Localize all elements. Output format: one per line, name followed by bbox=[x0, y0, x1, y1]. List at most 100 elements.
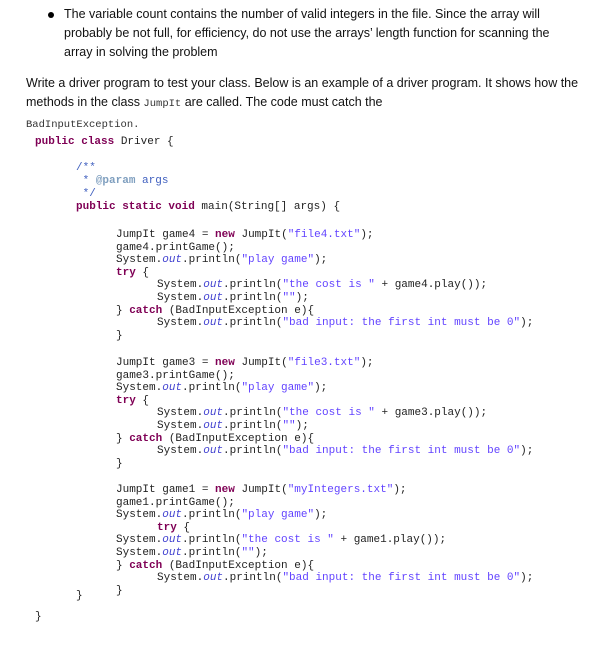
code-token: System. bbox=[116, 254, 163, 267]
instantiation-line: JumpIt game1 = new JumpIt("myIntegers.tx… bbox=[116, 484, 407, 496]
code-token: "play game" bbox=[241, 382, 315, 395]
code-token: ); bbox=[360, 229, 374, 241]
instantiation-line: JumpIt game3 = new JumpIt("file3.txt"); bbox=[116, 357, 374, 369]
code-token: { bbox=[176, 521, 191, 534]
println-empty-line: System.out.println(""); bbox=[157, 420, 309, 433]
code-token: ); bbox=[254, 547, 268, 559]
instantiation-line: JumpIt game4 = new JumpIt("file4.txt"); bbox=[116, 229, 374, 241]
println-empty-line: System.out.println(""); bbox=[157, 292, 309, 305]
try-line: try { bbox=[116, 267, 149, 280]
code-token: try bbox=[116, 266, 136, 279]
code-token: .printGame(); bbox=[149, 369, 235, 382]
class-close-brace: } bbox=[35, 611, 42, 623]
println-empty-line: System.out.println(""); bbox=[116, 547, 268, 560]
code-token: } bbox=[116, 329, 123, 342]
println-play-line: System.out.println("play game"); bbox=[116, 509, 327, 522]
code-token: ); bbox=[520, 572, 534, 585]
bullet-text: The variable count contains the number o… bbox=[64, 7, 550, 59]
code-token: System. bbox=[116, 534, 163, 547]
code-token: System. bbox=[157, 445, 204, 458]
code-token: JumpIt bbox=[116, 484, 156, 496]
code-token: ); bbox=[360, 357, 374, 369]
code-token: JumpIt bbox=[116, 229, 156, 241]
variable-name: game4 bbox=[394, 279, 428, 292]
variable-name: game3 bbox=[162, 357, 196, 369]
code-token: } bbox=[116, 457, 123, 470]
code-token: out bbox=[162, 382, 183, 395]
code-token: .println( bbox=[223, 445, 283, 458]
print-game-line: game1.printGame(); bbox=[116, 497, 235, 510]
code-token: out bbox=[162, 509, 183, 522]
variable-name: game4 bbox=[162, 229, 196, 241]
code-token: "bad input: the first int must be 0" bbox=[282, 445, 521, 458]
code-token: .play()); bbox=[427, 407, 488, 420]
code-token: System. bbox=[157, 572, 204, 585]
exception-name-inline-code: BadInputException bbox=[26, 119, 134, 131]
code-token: new bbox=[215, 229, 235, 241]
bullet-icon bbox=[48, 12, 54, 18]
code-token: .println( bbox=[223, 572, 283, 585]
code-token: out bbox=[203, 279, 224, 292]
code-token: out bbox=[162, 254, 183, 267]
javadoc-star: * bbox=[76, 175, 96, 187]
code-token: catch bbox=[129, 304, 163, 317]
javadoc-close: */ bbox=[76, 188, 96, 200]
code-token: (BadInputException e){ bbox=[162, 432, 315, 445]
method-signature: main(String[] args) { bbox=[194, 201, 341, 213]
code-token: .println( bbox=[223, 420, 283, 432]
code-token: } bbox=[116, 559, 130, 572]
keyword: public class bbox=[35, 136, 115, 148]
game-block: JumpIt game1 = new JumpIt("myIntegers.tx… bbox=[0, 468, 533, 600]
variable-name: game3 bbox=[394, 407, 428, 420]
keyword: public static void bbox=[76, 201, 195, 213]
variable-name: game1 bbox=[116, 496, 150, 509]
code-token: ); bbox=[295, 420, 309, 432]
println-bad-input-line: System.out.println("bad input: the first… bbox=[157, 445, 533, 458]
code-token: .println( bbox=[182, 534, 242, 547]
class-name-inline-code: JumpIt bbox=[143, 98, 182, 110]
javadoc-open: /** bbox=[76, 162, 96, 174]
code-token: out bbox=[162, 534, 183, 547]
code-token: ); bbox=[520, 317, 534, 330]
code-token: System. bbox=[157, 279, 204, 292]
try-line: try { bbox=[116, 395, 149, 408]
code-token: .println( bbox=[182, 509, 242, 522]
code-token: .println( bbox=[223, 279, 283, 292]
code-token: System. bbox=[157, 317, 204, 330]
code-token: System. bbox=[157, 420, 204, 432]
game-block: JumpIt game4 = new JumpIt("file4.txt"); … bbox=[0, 132, 533, 342]
code-token: ); bbox=[314, 382, 328, 395]
catch-line: } catch (BadInputException e){ bbox=[116, 305, 314, 318]
code-token: .play()); bbox=[427, 279, 488, 292]
file-name-string: "file3.txt" bbox=[287, 357, 361, 369]
code-token: "play game" bbox=[241, 254, 315, 267]
code-token: .println( bbox=[182, 254, 242, 267]
code-token: .printGame(); bbox=[149, 241, 235, 254]
code-token: try bbox=[157, 521, 177, 534]
code-token: (BadInputException e){ bbox=[162, 559, 315, 572]
println-cost-line: System.out.println("the cost is " + game… bbox=[157, 279, 488, 292]
code-token: out bbox=[203, 292, 224, 304]
file-name-string: "file4.txt" bbox=[287, 229, 361, 241]
game-block: JumpIt game3 = new JumpIt("file3.txt"); … bbox=[0, 300, 533, 470]
variable-name: game1 bbox=[162, 484, 196, 496]
code-token: "play game" bbox=[241, 509, 315, 522]
code-token: "the cost is " bbox=[282, 279, 375, 292]
instructions-paragraph: Write a driver program to test your clas… bbox=[26, 74, 586, 135]
catch-line: } catch (BadInputException e){ bbox=[116, 433, 314, 446]
code-token: new bbox=[215, 484, 235, 496]
code-token: out bbox=[203, 420, 224, 432]
code-token: new bbox=[215, 357, 235, 369]
println-bad-input-line: System.out.println("bad input: the first… bbox=[157, 572, 533, 585]
println-cost-line: System.out.println("the cost is " + game… bbox=[116, 534, 447, 547]
code-token: "" bbox=[282, 292, 296, 304]
code-token: .printGame(); bbox=[149, 496, 235, 509]
main-declaration: public static void main(String[] args) { bbox=[76, 201, 340, 214]
code-token: } bbox=[116, 304, 130, 317]
class-name: Driver { bbox=[114, 136, 174, 148]
code-token: "" bbox=[282, 420, 296, 432]
code-token: "bad input: the first int must be 0" bbox=[282, 317, 521, 330]
code-listing: public class Driver { /** * @param args … bbox=[0, 0, 533, 660]
code-token: JumpIt bbox=[241, 357, 282, 369]
code-token: out bbox=[203, 445, 224, 458]
